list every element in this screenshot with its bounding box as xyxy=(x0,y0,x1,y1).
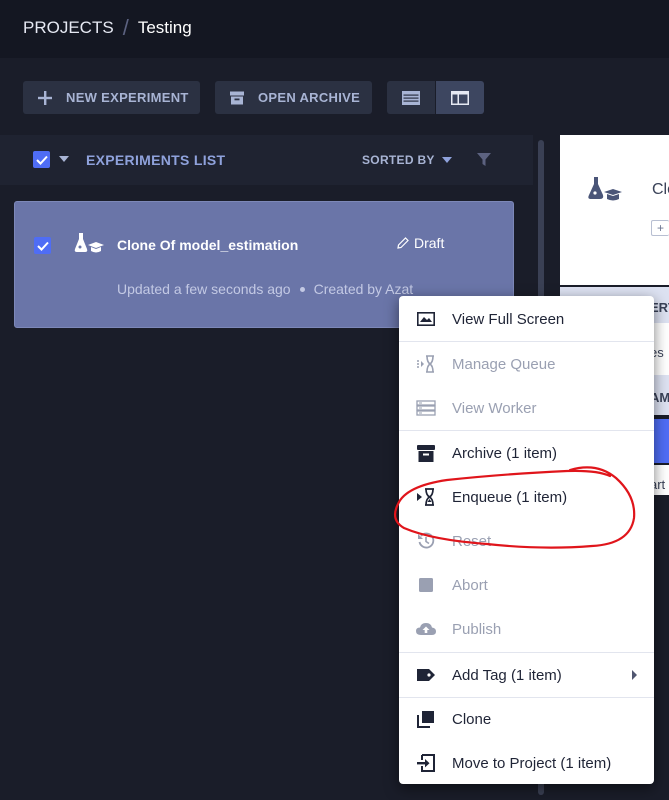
top-bar: PROJECTS / Testing xyxy=(0,0,669,58)
checkmark-icon xyxy=(35,155,48,165)
new-experiment-button[interactable]: NEW EXPERIMENT xyxy=(23,81,200,114)
publish-icon xyxy=(416,620,436,638)
breadcrumb-projects[interactable]: PROJECTS xyxy=(23,18,114,38)
select-menu-caret-icon[interactable] xyxy=(59,156,69,162)
menu-item-move-to-project[interactable]: Move to Project (1 item) xyxy=(399,741,654,784)
menu-item-label: Publish xyxy=(452,621,502,638)
plus-icon xyxy=(38,90,52,105)
move-icon xyxy=(416,754,436,772)
menu-item-label: Add Tag (1 item) xyxy=(452,667,562,684)
menu-item-label: Manage Queue xyxy=(452,356,556,373)
breadcrumb: PROJECTS / Testing xyxy=(23,15,192,41)
menu-item-publish: Publish xyxy=(399,607,654,651)
filter-icon[interactable] xyxy=(477,153,491,167)
details-view-icon xyxy=(451,90,469,105)
experiment-status: Draft xyxy=(397,235,444,251)
list-title: EXPERIMENTS LIST xyxy=(86,152,226,168)
created-by-text: Created by Azat xyxy=(313,281,414,297)
table-view-icon xyxy=(402,90,420,105)
menu-item-label: Archive (1 item) xyxy=(452,445,558,462)
experiment-type-icon xyxy=(74,233,104,253)
clone-icon xyxy=(416,710,436,728)
updated-text: Updated a few seconds ago xyxy=(117,281,291,297)
details-title: Clo xyxy=(652,181,669,198)
list-header: EXPERIMENTS LIST SORTED BY xyxy=(0,135,533,185)
queue-icon xyxy=(416,355,436,373)
checkmark-icon xyxy=(36,241,49,251)
menu-item-label: Clone xyxy=(452,711,492,728)
menu-item-add-tag[interactable]: Add Tag (1 item) xyxy=(399,653,654,697)
open-archive-button[interactable]: OPEN ARCHIVE xyxy=(215,81,372,114)
experiment-name[interactable]: Clone Of model_estimation xyxy=(117,237,298,253)
breadcrumb-current-project[interactable]: Testing xyxy=(138,18,192,38)
experiment-checkbox[interactable] xyxy=(34,237,51,254)
menu-item-label: Move to Project (1 item) xyxy=(452,755,612,772)
new-experiment-label: NEW EXPERIMENT xyxy=(66,90,189,105)
open-archive-label: OPEN ARCHIVE xyxy=(258,90,361,105)
status-label: Draft xyxy=(414,235,445,251)
fullscreen-icon xyxy=(416,310,436,328)
menu-item-label: View Full Screen xyxy=(452,311,565,328)
menu-item-manage-queue: Manage Queue xyxy=(399,342,654,386)
meta-separator-dot xyxy=(299,286,305,292)
worker-icon xyxy=(416,399,436,417)
experiment-type-icon xyxy=(588,177,622,201)
sort-caret-icon[interactable] xyxy=(442,157,452,163)
menu-item-clone[interactable]: Clone xyxy=(399,697,654,741)
menu-item-view-full-screen[interactable]: View Full Screen xyxy=(399,297,654,341)
table-view-button[interactable] xyxy=(387,81,435,114)
menu-item-view-worker: View Worker xyxy=(399,386,654,430)
details-header xyxy=(560,135,669,285)
breadcrumb-separator: / xyxy=(122,15,129,40)
archive-icon xyxy=(230,91,244,104)
submenu-arrow-icon xyxy=(632,670,637,680)
archive-icon xyxy=(416,444,436,462)
details-view-button[interactable] xyxy=(436,81,484,114)
menu-item-label: View Worker xyxy=(452,400,537,417)
pencil-icon xyxy=(397,237,409,249)
sorted-by-button[interactable]: SORTED BY xyxy=(362,153,435,167)
experiment-meta: Updated a few seconds ago Created by Aza… xyxy=(117,281,413,297)
menu-item-abort: Abort xyxy=(399,563,654,607)
select-all-checkbox[interactable] xyxy=(33,151,50,168)
view-mode-toggle xyxy=(387,81,484,114)
abort-icon xyxy=(416,576,436,594)
tag-icon xyxy=(416,666,436,684)
red-circle-annotation xyxy=(393,466,636,549)
add-tag-button[interactable]: + xyxy=(651,220,669,236)
toolbar: NEW EXPERIMENT OPEN ARCHIVE xyxy=(0,58,669,135)
menu-item-label: Abort xyxy=(452,577,488,594)
